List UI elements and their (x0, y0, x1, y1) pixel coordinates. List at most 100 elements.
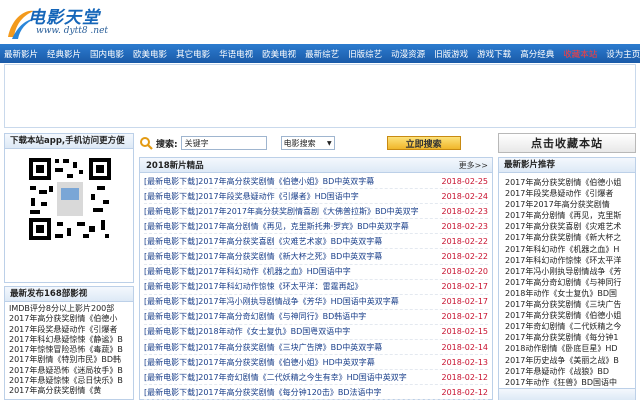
release-date: 2018-02-17 (441, 297, 489, 307)
nav-item-domestic[interactable]: 国内电影 (90, 48, 124, 60)
bookmark-site-button[interactable]: 点击收藏本站 (498, 133, 636, 153)
table-row[interactable]: [最新电影下载]2017年科幻动作惊悚《环太平洋：雷霆再起》 2018-02-17 (144, 280, 488, 295)
nav-item-old-variety[interactable]: 旧版综艺 (348, 48, 382, 60)
release-title[interactable]: [最新电影下载]2017年高分获奖剧情《新大杯之死》BD中英双字幕 (144, 251, 428, 262)
table-row[interactable]: [最新电影下载]2017年冯小刚执导剧情战争《芳华》HD国语中英双字幕 2018-… (144, 295, 488, 310)
search-input[interactable] (180, 136, 267, 150)
release-title[interactable]: [最新电影下载]2017年科幻动作《机器之血》HD国语中字 (144, 266, 428, 277)
table-row[interactable]: [最新电影下载]2017年高分剧情《再见，克里斯托弗·罗宾》BD中英双字幕 201… (144, 219, 488, 235)
list-item[interactable]: 2017年高分获奖剧情《每分钟1 (505, 332, 631, 343)
list-item[interactable]: 2017年高分获奖剧情《三块广告 (505, 299, 631, 310)
release-title[interactable]: [最新电影下载]2017年科幻动作惊悚《环太平洋：雷霆再起》 (144, 281, 428, 292)
release-title[interactable]: [最新电影下载]2017年高分获奖喜剧《灾难艺术家》BD中英双字幕 (144, 236, 428, 247)
list-item[interactable]: 2017年高分获奖剧情《伯德小 (9, 314, 129, 324)
release-date: 2018-02-17 (441, 282, 489, 292)
list-item[interactable]: 2017年科幻悬疑惊悚《静谧》B (9, 335, 129, 345)
release-title[interactable]: [最新电影下载]2017年段奖悬疑动作《引爆者》HD国语中字 (144, 191, 428, 202)
nav-item-set-homepage[interactable]: 设为主页 (606, 48, 640, 60)
nav-item-latest[interactable]: 最新影片 (4, 48, 38, 60)
nav-item-variety[interactable]: 最新综艺 (305, 48, 339, 60)
table-row[interactable]: [最新电影下载]2018年动作《女士复仇》BD国粤双语中字 2018-02-15 (144, 325, 488, 341)
nav-item-other[interactable]: 其它电影 (176, 48, 210, 60)
list-item[interactable]: 2018动作剧情《卧底巨星》HD (505, 343, 631, 354)
release-date: 2018-02-25 (441, 176, 489, 186)
list-item[interactable]: 2017年高分获奖剧情《新大杯之 (505, 232, 631, 243)
release-title[interactable]: [最新电影下载]2017年高分获奖剧情《每分钟120击》BD法语中字 (144, 387, 428, 398)
release-date: 2018-02-22 (441, 236, 489, 246)
nav-item-bookmark[interactable]: 收藏本站 (563, 48, 597, 60)
nav-item-western-tv[interactable]: 欧美电视 (262, 48, 296, 60)
list-item[interactable]: 2017年段奖悬疑动作《引爆者 (505, 188, 631, 199)
list-item[interactable]: 2017年高分获奖剧情《黄 (9, 386, 129, 396)
nav-item-high-score[interactable]: 高分经典 (520, 48, 554, 60)
list-item[interactable]: 2017年高分剧情《再见，克里斯 (505, 210, 631, 221)
release-date: 2018-02-12 (441, 372, 489, 382)
middle-column: 搜索: 电影搜索 ▼ 立即搜索 2018新片精品 更多>> [最新电影下载]20… (139, 133, 493, 400)
list-item[interactable]: 2017年段奖悬疑动作《引爆者 (9, 325, 129, 335)
release-title[interactable]: [最新电影下载]2017年2017年高分获奖剧情喜剧《大佛普拉斯》BD中英双字 (144, 206, 428, 217)
nav-item-game-download[interactable]: 游戏下载 (477, 48, 511, 60)
new-releases-title: 2018新片精品 (146, 161, 204, 171)
list-item[interactable]: 2017年悬疑惊悚《忌日快乐》B (9, 376, 129, 386)
latest-releases-box: 最新发布168部影视 IMDB评分8分以上影片200部 2017年高分获奖剧情《… (4, 286, 134, 400)
search-type-value: 电影搜索 (283, 138, 316, 148)
release-title[interactable]: [最新电影下载]2017年高分剧情《再见，克里斯托弗·罗宾》BD中英双字幕 (144, 221, 428, 232)
table-row[interactable]: [最新电影下载]2017年段奖悬疑动作《引爆者》HD国语中字 2018-02-24 (144, 189, 488, 205)
list-item[interactable]: 2017年惊悚冒险恐怖《毒蔬》B (9, 345, 129, 355)
release-date: 2018-02-23 (441, 206, 489, 216)
table-row[interactable]: [最新电影下载]2017年高分获奖剧情《每分钟120击》BD法语中字 2018-0… (144, 385, 488, 400)
release-title[interactable]: [最新电影下载]2017年冯小刚执导剧情战争《芳华》HD国语中英双字幕 (144, 296, 428, 307)
qr-code-icon[interactable] (27, 156, 113, 242)
release-title[interactable]: [最新电影下载]2017年高分获奖剧情《伯德小姐》HD中英双字幕 (144, 357, 428, 368)
search-button[interactable]: 立即搜索 (386, 136, 461, 150)
release-date: 2018-02-13 (441, 357, 489, 367)
table-row[interactable]: [最新电影下载]2017年高分获奖剧情《新大杯之死》BD中英双字幕 2018-02… (144, 249, 488, 265)
list-item[interactable]: IMDB评分8分以上影片200部 (9, 304, 129, 314)
release-title[interactable]: [最新电影下载]2017年高分获奖剧情《伯德小姐》BD中英双字幕 (144, 176, 428, 187)
list-item[interactable]: 2017年奇幻剧情《二代妖精之今 (505, 321, 631, 332)
list-item[interactable]: 2017年科幻动作惊悚《环太平洋 (505, 255, 631, 266)
site-logo[interactable]: 电影天堂 www. dytt8 .net (6, 3, 110, 41)
nav-item-old-games[interactable]: 旧版游戏 (434, 48, 468, 60)
list-item[interactable]: 2017年2017年高分获奖剧情 (505, 199, 631, 210)
table-row[interactable]: [最新电影下载]2017年高分获奖剧情《三块广告牌》BD中英双字幕 2018-02… (144, 340, 488, 356)
table-row[interactable]: [最新电影下载]2017年科幻动作《机器之血》HD国语中字 2018-02-20 (144, 265, 488, 280)
table-row[interactable]: [最新电影下载]2017年高分获奖剧情《伯德小姐》HD中英双字幕 2018-02-… (144, 355, 489, 371)
list-item[interactable]: 2017年动作《狂兽》BD国语中 (505, 377, 631, 388)
table-row[interactable]: [最新电影下载]2017年奇幻剧情《二代妖精之今生有幸》HD国语中英双字 2018… (144, 370, 489, 386)
nav-item-western[interactable]: 欧美电影 (133, 48, 167, 60)
release-title[interactable]: [最新电影下载]2017年高分获奖剧情《三块广告牌》BD中英双字幕 (144, 342, 428, 353)
table-row[interactable]: [最新电影下载]2017年高分奇幻剧情《与神同行》BD韩语中字 2018-02-1… (144, 310, 488, 325)
release-title[interactable]: [最新电影下载]2017年高分奇幻剧情《与神同行》BD韩语中字 (144, 311, 428, 322)
list-item[interactable]: 2017年冯小刚执导剧情战争《芳 (505, 266, 631, 277)
app-download-box: 下载本站app,手机访问更方便 (4, 133, 134, 283)
list-item[interactable]: 2017年高分获奖剧情《伯德小姐 (505, 177, 631, 188)
table-row[interactable]: [最新电影下载]2017年高分获奖喜剧《灾难艺术家》BD中英双字幕 2018-02… (144, 234, 489, 250)
search-type-select[interactable]: 电影搜索 ▼ (280, 136, 335, 150)
more-link[interactable]: 更多>> (459, 160, 488, 171)
nav-item-chinese-tv[interactable]: 华语电视 (219, 48, 253, 60)
release-title[interactable]: [最新电影下载]2018年动作《女士复仇》BD国粤双语中字 (144, 326, 428, 337)
nav-item-anime[interactable]: 动漫资源 (391, 48, 425, 60)
table-row[interactable]: [最新电影下载]2017年高分获奖剧情《伯德小姐》BD中英双字幕 2018-02-… (144, 174, 489, 190)
list-item[interactable]: 2017年高分获奖喜剧《灾难艺术 (505, 221, 631, 232)
main-nav: 最新影片 经典影片 国内电影 欧美电影 其它电影 华语电视 欧美电视 最新综艺 … (0, 44, 640, 63)
new-releases-box: 2018新片精品 更多>> [最新电影下载]2017年高分获奖剧情《伯德小姐》B… (139, 157, 493, 400)
list-item[interactable]: 2017年剧情《特别市民》BD韩 (9, 355, 129, 365)
release-list: [最新电影下载]2017年高分获奖剧情《伯德小姐》BD中英双字幕 2018-02-… (140, 173, 492, 400)
list-item[interactable]: 2017年科幻动作《机器之血》H (505, 244, 631, 255)
release-date: 2018-02-20 (441, 267, 489, 277)
new-releases-header: 2018新片精品 更多>> (140, 158, 492, 173)
site-header: 电影天堂 www. dytt8 .net (0, 0, 640, 44)
list-item[interactable]: 2017年悬疑动作《战狼》BD (505, 366, 631, 377)
table-row[interactable]: [最新电影下载]2017年2017年高分获奖剧情喜剧《大佛普拉斯》BD中英双字 2… (144, 204, 489, 220)
list-item[interactable]: 2017年高分获奖剧情《伯德小姐 (505, 310, 631, 321)
chevron-down-icon: ▼ (326, 139, 332, 147)
list-item[interactable]: 2018年动作《女士复仇》BD国 (505, 288, 631, 299)
nav-item-classic[interactable]: 经典影片 (47, 48, 81, 60)
list-item[interactable]: 2017年悬疑恐怖《迷局妆手》B (9, 366, 129, 376)
list-item[interactable]: 2017年历史战争《美丽之战》B (505, 355, 631, 366)
release-title[interactable]: [最新电影下载]2017年奇幻剧情《二代妖精之今生有幸》HD国语中英双字 (144, 372, 428, 383)
list-item[interactable]: 2017年高分奇幻剧情《与神同行 (505, 277, 631, 288)
search-icon (140, 137, 153, 150)
